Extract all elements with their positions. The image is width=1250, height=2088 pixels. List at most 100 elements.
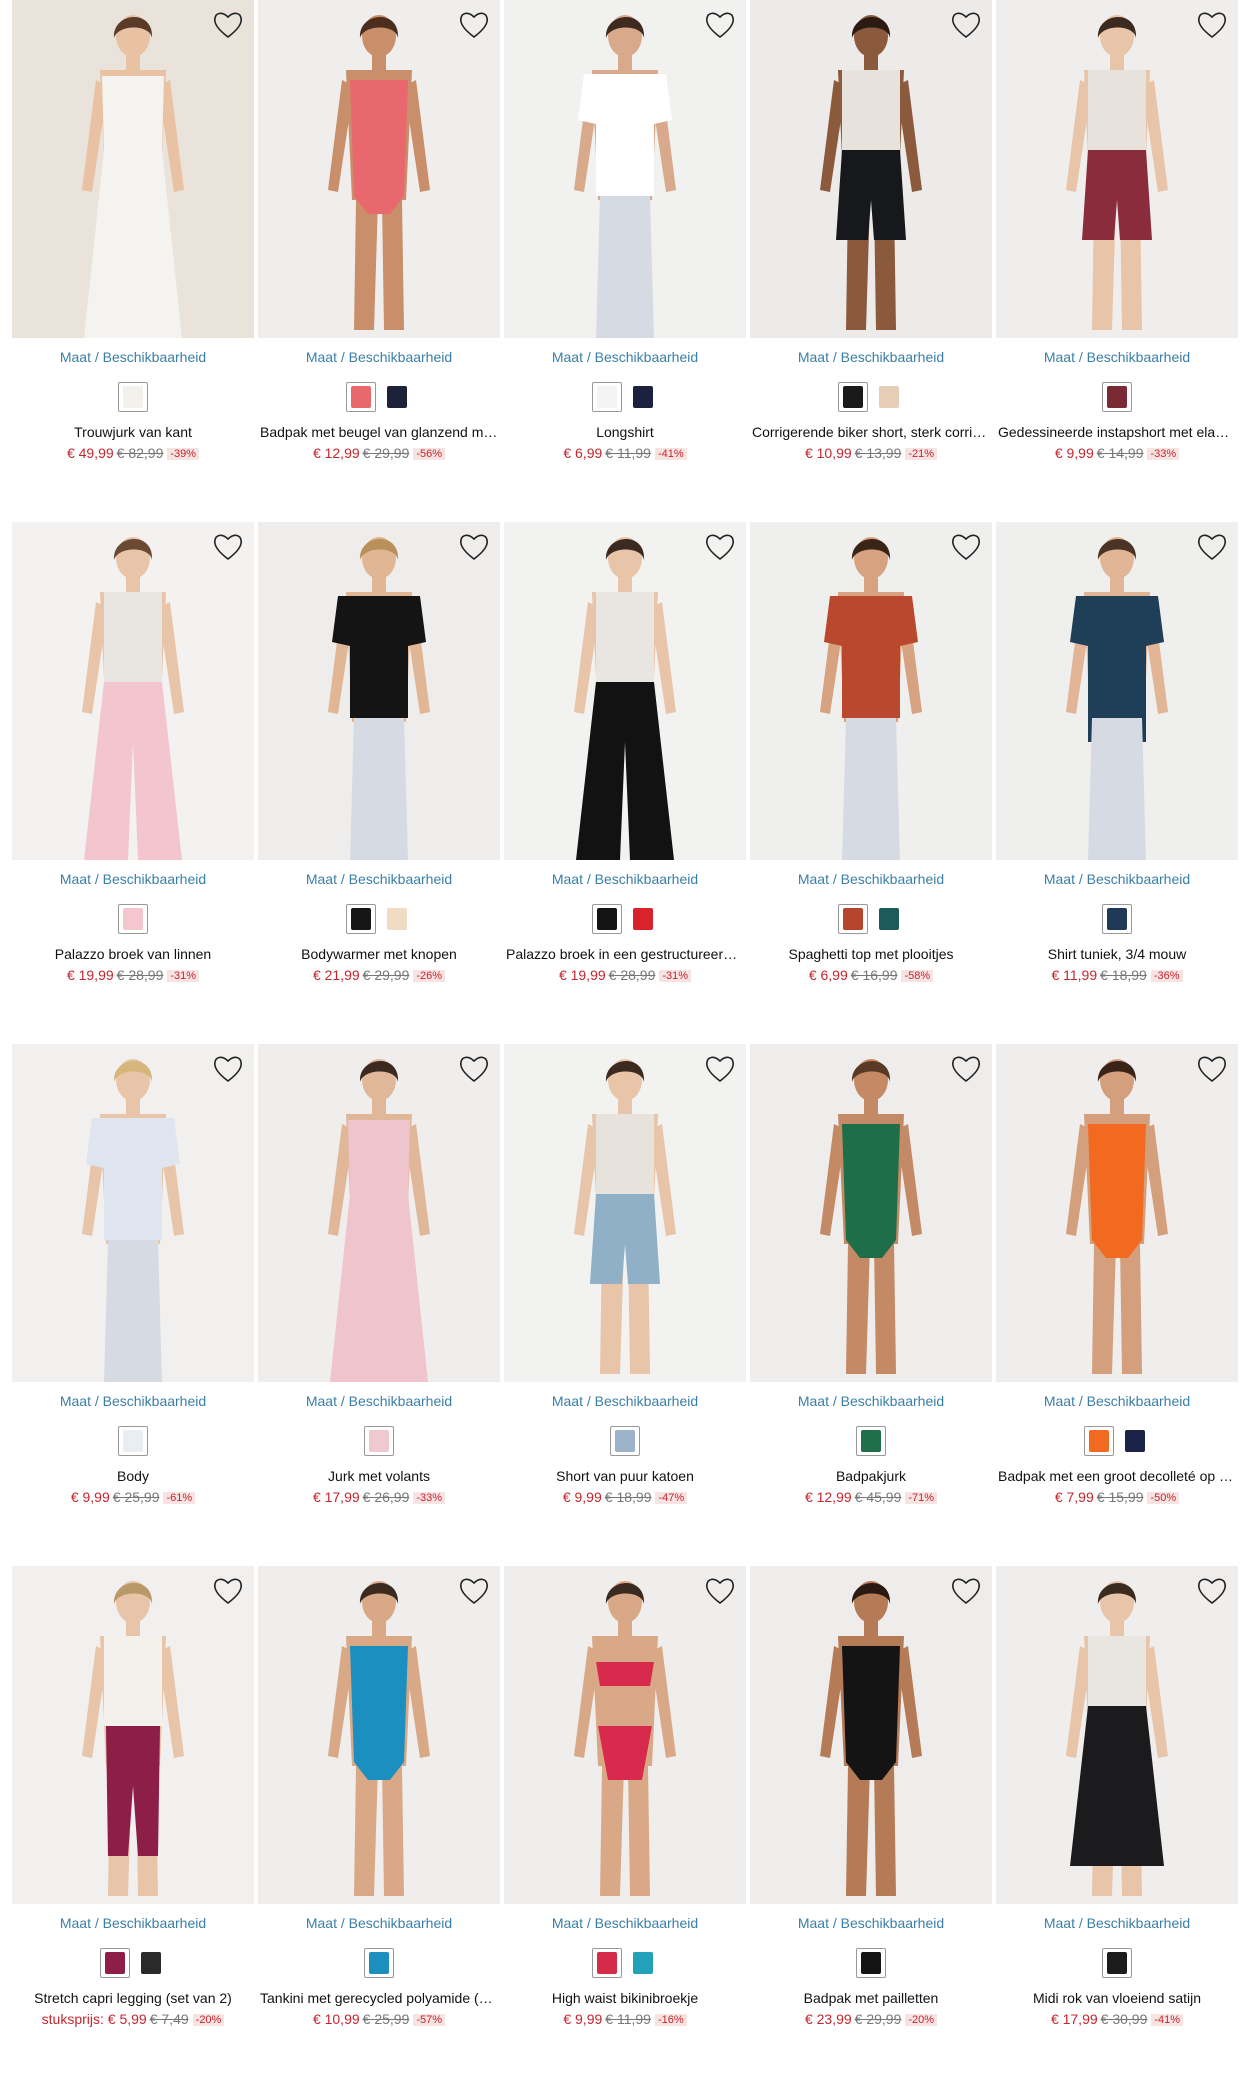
- color-swatch[interactable]: [592, 1948, 622, 1978]
- product-image[interactable]: [258, 1566, 500, 1904]
- availability-link[interactable]: Beschikbaarheid: [349, 1915, 453, 1931]
- product-name[interactable]: Jurk met volants: [258, 1468, 500, 1484]
- product-card[interactable]: Maat / Beschikbaarheid Palazzo broek in …: [504, 522, 746, 1044]
- product-name[interactable]: Badpak met beugel van glanzend materiaal: [258, 424, 500, 440]
- product-name[interactable]: Palazzo broek van linnen: [12, 946, 254, 962]
- wishlist-heart-icon[interactable]: [1196, 1576, 1228, 1606]
- color-swatch[interactable]: [610, 1426, 640, 1456]
- availability-link[interactable]: Beschikbaarheid: [841, 349, 945, 365]
- size-availability-link[interactable]: Maat / Beschikbaarheid: [504, 349, 746, 365]
- color-swatch[interactable]: [364, 1426, 394, 1456]
- product-image[interactable]: [750, 0, 992, 338]
- size-link[interactable]: Maat: [306, 1393, 337, 1409]
- product-card[interactable]: Maat / Beschikbaarheid Badpak met beugel…: [258, 0, 500, 522]
- size-link[interactable]: Maat: [552, 871, 583, 887]
- product-card[interactable]: Maat / Beschikbaarheid Badpak met een gr…: [996, 1044, 1238, 1566]
- size-availability-link[interactable]: Maat / Beschikbaarheid: [12, 871, 254, 887]
- wishlist-heart-icon[interactable]: [704, 1054, 736, 1084]
- product-name[interactable]: Badpak met pailletten: [750, 1990, 992, 2006]
- size-availability-link[interactable]: Maat / Beschikbaarheid: [12, 1393, 254, 1409]
- product-image[interactable]: [12, 1566, 254, 1904]
- product-name[interactable]: Palazzo broek in een gestructureerde sto…: [504, 946, 746, 962]
- size-link[interactable]: Maat: [306, 1915, 337, 1931]
- size-availability-link[interactable]: Maat / Beschikbaarheid: [750, 1393, 992, 1409]
- wishlist-heart-icon[interactable]: [950, 532, 982, 562]
- size-availability-link[interactable]: Maat / Beschikbaarheid: [996, 1915, 1238, 1931]
- size-link[interactable]: Maat: [60, 871, 91, 887]
- size-availability-link[interactable]: Maat / Beschikbaarheid: [996, 1393, 1238, 1409]
- product-name[interactable]: Short van puur katoen: [504, 1468, 746, 1484]
- wishlist-heart-icon[interactable]: [704, 1576, 736, 1606]
- color-swatch[interactable]: [346, 382, 376, 412]
- product-card[interactable]: Maat / Beschikbaarheid Short van puur ka…: [504, 1044, 746, 1566]
- product-card[interactable]: Maat / Beschikbaarheid Jurk met volants …: [258, 1044, 500, 1566]
- product-image[interactable]: [12, 0, 254, 338]
- size-availability-link[interactable]: Maat / Beschikbaarheid: [750, 349, 992, 365]
- size-link[interactable]: Maat: [552, 349, 583, 365]
- availability-link[interactable]: Beschikbaarheid: [349, 1393, 453, 1409]
- product-name[interactable]: Body: [12, 1468, 254, 1484]
- wishlist-heart-icon[interactable]: [1196, 10, 1228, 40]
- product-card[interactable]: Maat / Beschikbaarheid Palazzo broek van…: [12, 522, 254, 1044]
- size-link[interactable]: Maat: [1044, 1915, 1075, 1931]
- product-image[interactable]: [258, 522, 500, 860]
- size-availability-link[interactable]: Maat / Beschikbaarheid: [996, 871, 1238, 887]
- color-swatch[interactable]: [856, 1948, 886, 1978]
- availability-link[interactable]: Beschikbaarheid: [595, 871, 699, 887]
- color-swatch[interactable]: [1102, 1948, 1132, 1978]
- product-card[interactable]: Maat / Beschikbaarheid Bodywarmer met kn…: [258, 522, 500, 1044]
- color-swatch[interactable]: [364, 1948, 394, 1978]
- color-swatch[interactable]: [874, 904, 904, 934]
- product-card[interactable]: Maat / Beschikbaarheid Shirt tuniek, 3/4…: [996, 522, 1238, 1044]
- availability-link[interactable]: Beschikbaarheid: [1087, 349, 1191, 365]
- size-link[interactable]: Maat: [1044, 871, 1075, 887]
- product-name[interactable]: Spaghetti top met plooitjes: [750, 946, 992, 962]
- color-swatch[interactable]: [136, 1948, 166, 1978]
- size-link[interactable]: Maat: [306, 349, 337, 365]
- availability-link[interactable]: Beschikbaarheid: [103, 871, 207, 887]
- size-link[interactable]: Maat: [306, 871, 337, 887]
- product-card[interactable]: Maat / Beschikbaarheid Longshirt € 6,99 €…: [504, 0, 746, 522]
- product-card[interactable]: Maat / Beschikbaarheid Badpak met paille…: [750, 1566, 992, 2088]
- wishlist-heart-icon[interactable]: [1196, 532, 1228, 562]
- wishlist-heart-icon[interactable]: [458, 10, 490, 40]
- product-image[interactable]: [12, 522, 254, 860]
- product-image[interactable]: [750, 1044, 992, 1382]
- availability-link[interactable]: Beschikbaarheid: [103, 1393, 207, 1409]
- size-availability-link[interactable]: Maat / Beschikbaarheid: [750, 1915, 992, 1931]
- product-image[interactable]: [996, 522, 1238, 860]
- color-swatch[interactable]: [382, 904, 412, 934]
- color-swatch[interactable]: [838, 382, 868, 412]
- product-image[interactable]: [504, 522, 746, 860]
- color-swatch[interactable]: [628, 1948, 658, 1978]
- product-name[interactable]: Badpak met een groot decolleté op de rug: [996, 1468, 1238, 1484]
- size-availability-link[interactable]: Maat / Beschikbaarheid: [12, 349, 254, 365]
- size-availability-link[interactable]: Maat / Beschikbaarheid: [504, 871, 746, 887]
- color-swatch[interactable]: [1084, 1426, 1114, 1456]
- size-availability-link[interactable]: Maat / Beschikbaarheid: [12, 1915, 254, 1931]
- color-swatch[interactable]: [1102, 904, 1132, 934]
- size-availability-link[interactable]: Maat / Beschikbaarheid: [750, 871, 992, 887]
- availability-link[interactable]: Beschikbaarheid: [349, 871, 453, 887]
- size-link[interactable]: Maat: [798, 349, 829, 365]
- wishlist-heart-icon[interactable]: [458, 1576, 490, 1606]
- availability-link[interactable]: Beschikbaarheid: [841, 1915, 945, 1931]
- product-card[interactable]: Maat / Beschikbaarheid Body € 9,99 € 25,9…: [12, 1044, 254, 1566]
- wishlist-heart-icon[interactable]: [212, 1054, 244, 1084]
- color-swatch[interactable]: [118, 1426, 148, 1456]
- wishlist-heart-icon[interactable]: [950, 1054, 982, 1084]
- product-name[interactable]: Longshirt: [504, 424, 746, 440]
- availability-link[interactable]: Beschikbaarheid: [595, 1915, 699, 1931]
- product-card[interactable]: Maat / Beschikbaarheid High waist bikini…: [504, 1566, 746, 2088]
- size-link[interactable]: Maat: [798, 871, 829, 887]
- product-card[interactable]: Maat / Beschikbaarheid Tankini met gerec…: [258, 1566, 500, 2088]
- wishlist-heart-icon[interactable]: [458, 1054, 490, 1084]
- color-swatch[interactable]: [838, 904, 868, 934]
- size-link[interactable]: Maat: [798, 1915, 829, 1931]
- product-image[interactable]: [750, 522, 992, 860]
- size-availability-link[interactable]: Maat / Beschikbaarheid: [258, 1915, 500, 1931]
- size-link[interactable]: Maat: [60, 1393, 91, 1409]
- color-swatch[interactable]: [628, 382, 658, 412]
- wishlist-heart-icon[interactable]: [212, 532, 244, 562]
- availability-link[interactable]: Beschikbaarheid: [841, 1393, 945, 1409]
